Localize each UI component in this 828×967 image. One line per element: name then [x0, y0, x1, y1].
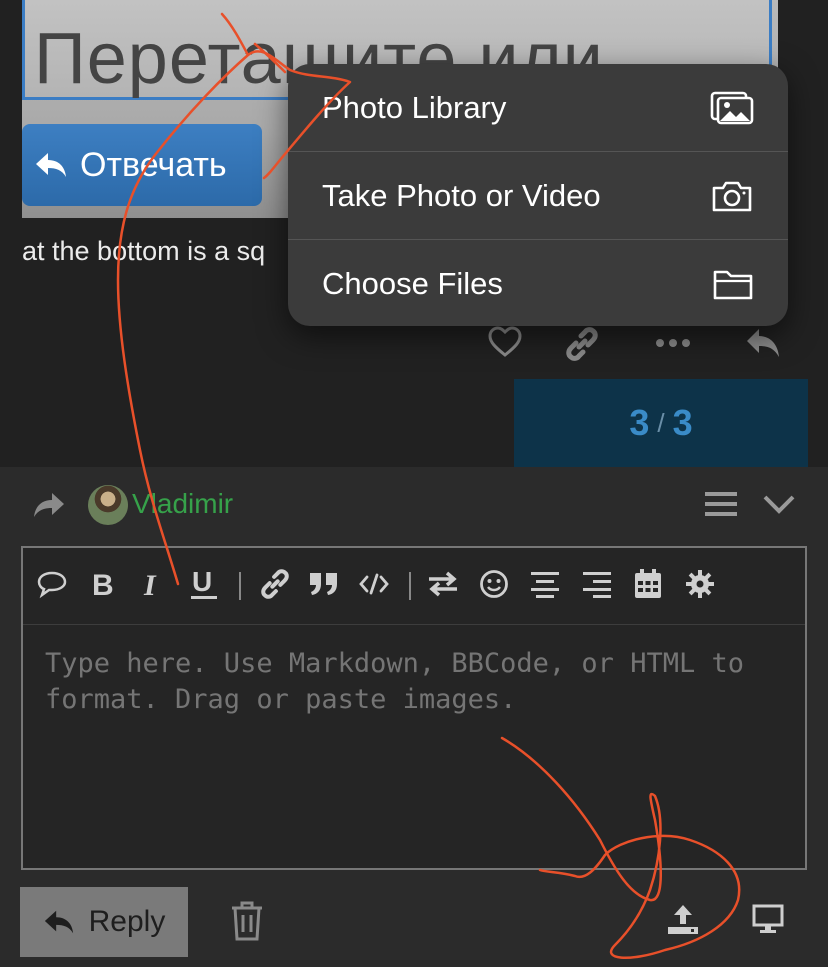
annotation-strokes — [116, 12, 741, 959]
annotation-circle-upload — [500, 736, 741, 959]
annotation-overlay — [116, 12, 741, 959]
annotation-arrow-to-menu — [116, 12, 352, 586]
